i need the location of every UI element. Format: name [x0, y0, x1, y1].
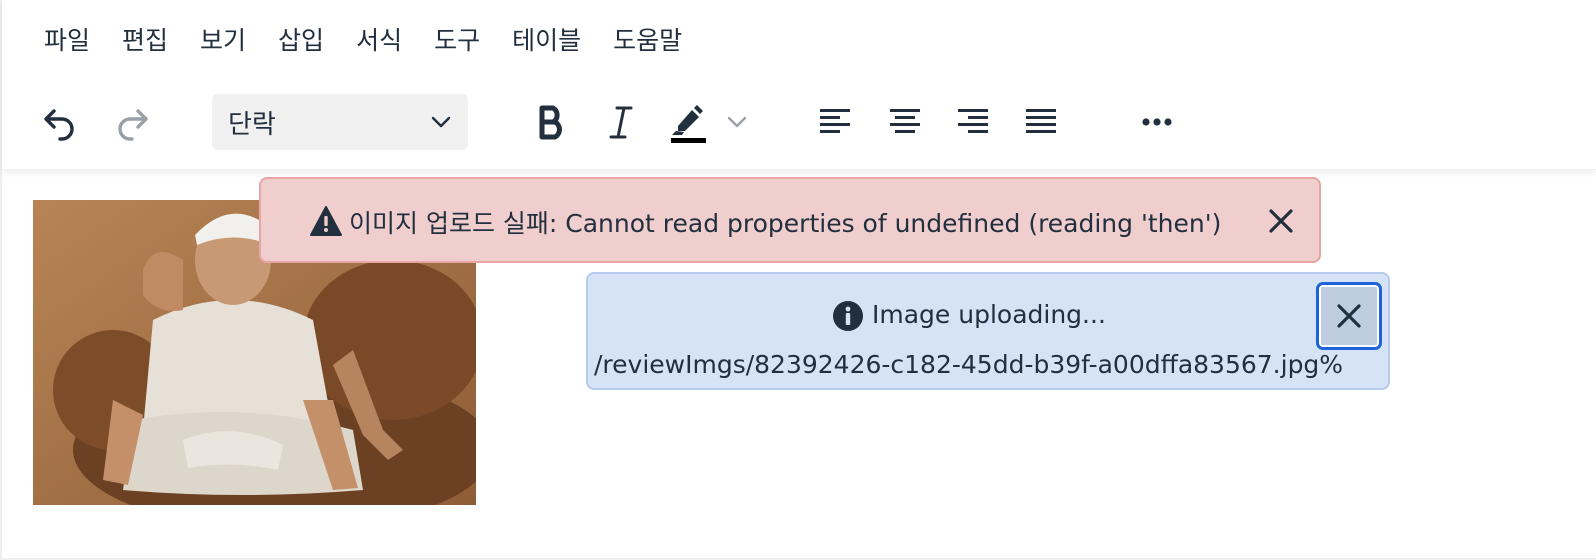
block-format-label: 단락	[228, 109, 276, 140]
menu-format[interactable]: 서식	[340, 18, 418, 64]
more-icon	[1142, 118, 1172, 126]
close-icon	[1269, 209, 1293, 233]
warning-icon	[310, 206, 342, 236]
error-message: 이미지 업로드 실패: Cannot read properties of un…	[349, 209, 1222, 238]
undo-button[interactable]	[36, 90, 84, 154]
undo-icon	[44, 109, 74, 141]
error-close-button[interactable]	[1261, 201, 1301, 241]
bold-icon	[539, 105, 562, 140]
chevron-down-icon	[431, 116, 451, 128]
close-icon	[1337, 304, 1361, 328]
redo-icon	[118, 109, 148, 141]
menubar: 파일 편집 보기 삽입 서식 도구 테이블 도움말	[28, 18, 698, 64]
upload-file-path: /reviewImgs/82392426-c182-45dd-b39f-a00d…	[594, 350, 1344, 379]
align-left-button[interactable]	[812, 90, 858, 154]
menu-help[interactable]: 도움말	[597, 18, 698, 64]
more-button[interactable]	[1134, 90, 1180, 154]
align-left-icon	[820, 109, 850, 133]
highlight-color-dropdown[interactable]	[720, 90, 754, 154]
highlight-color-button[interactable]	[666, 90, 710, 154]
align-center-icon	[890, 109, 920, 133]
highlight-color-icon	[671, 105, 706, 143]
menu-tools[interactable]: 도구	[418, 18, 496, 64]
menu-insert[interactable]: 삽입	[262, 18, 340, 64]
toolbar: 단락	[2, 90, 1596, 154]
chevron-down-icon	[727, 116, 747, 128]
align-right-icon	[958, 109, 988, 133]
bold-button[interactable]	[528, 90, 574, 154]
info-message: Image uploading...	[872, 300, 1106, 329]
menu-file[interactable]: 파일	[28, 18, 106, 64]
block-format-select[interactable]: 단락	[212, 94, 468, 150]
menu-edit[interactable]: 편집	[106, 18, 184, 64]
redo-button[interactable]	[108, 90, 156, 154]
italic-button[interactable]	[598, 90, 644, 154]
menu-table[interactable]: 테이블	[496, 18, 597, 64]
align-justify-icon	[1026, 109, 1056, 133]
align-center-button[interactable]	[882, 90, 928, 154]
info-close-button[interactable]	[1316, 282, 1382, 350]
editor-header: 파일 편집 보기 삽입 서식 도구 테이블 도움말 단락	[2, 0, 1596, 170]
align-right-button[interactable]	[950, 90, 996, 154]
align-justify-button[interactable]	[1018, 90, 1064, 154]
error-notification: 이미지 업로드 실패: Cannot read properties of un…	[259, 177, 1321, 263]
info-icon	[833, 301, 863, 331]
info-notification: Image uploading... /reviewImgs/82392426-…	[586, 272, 1390, 390]
menu-view[interactable]: 보기	[184, 18, 262, 64]
italic-icon	[609, 106, 633, 139]
